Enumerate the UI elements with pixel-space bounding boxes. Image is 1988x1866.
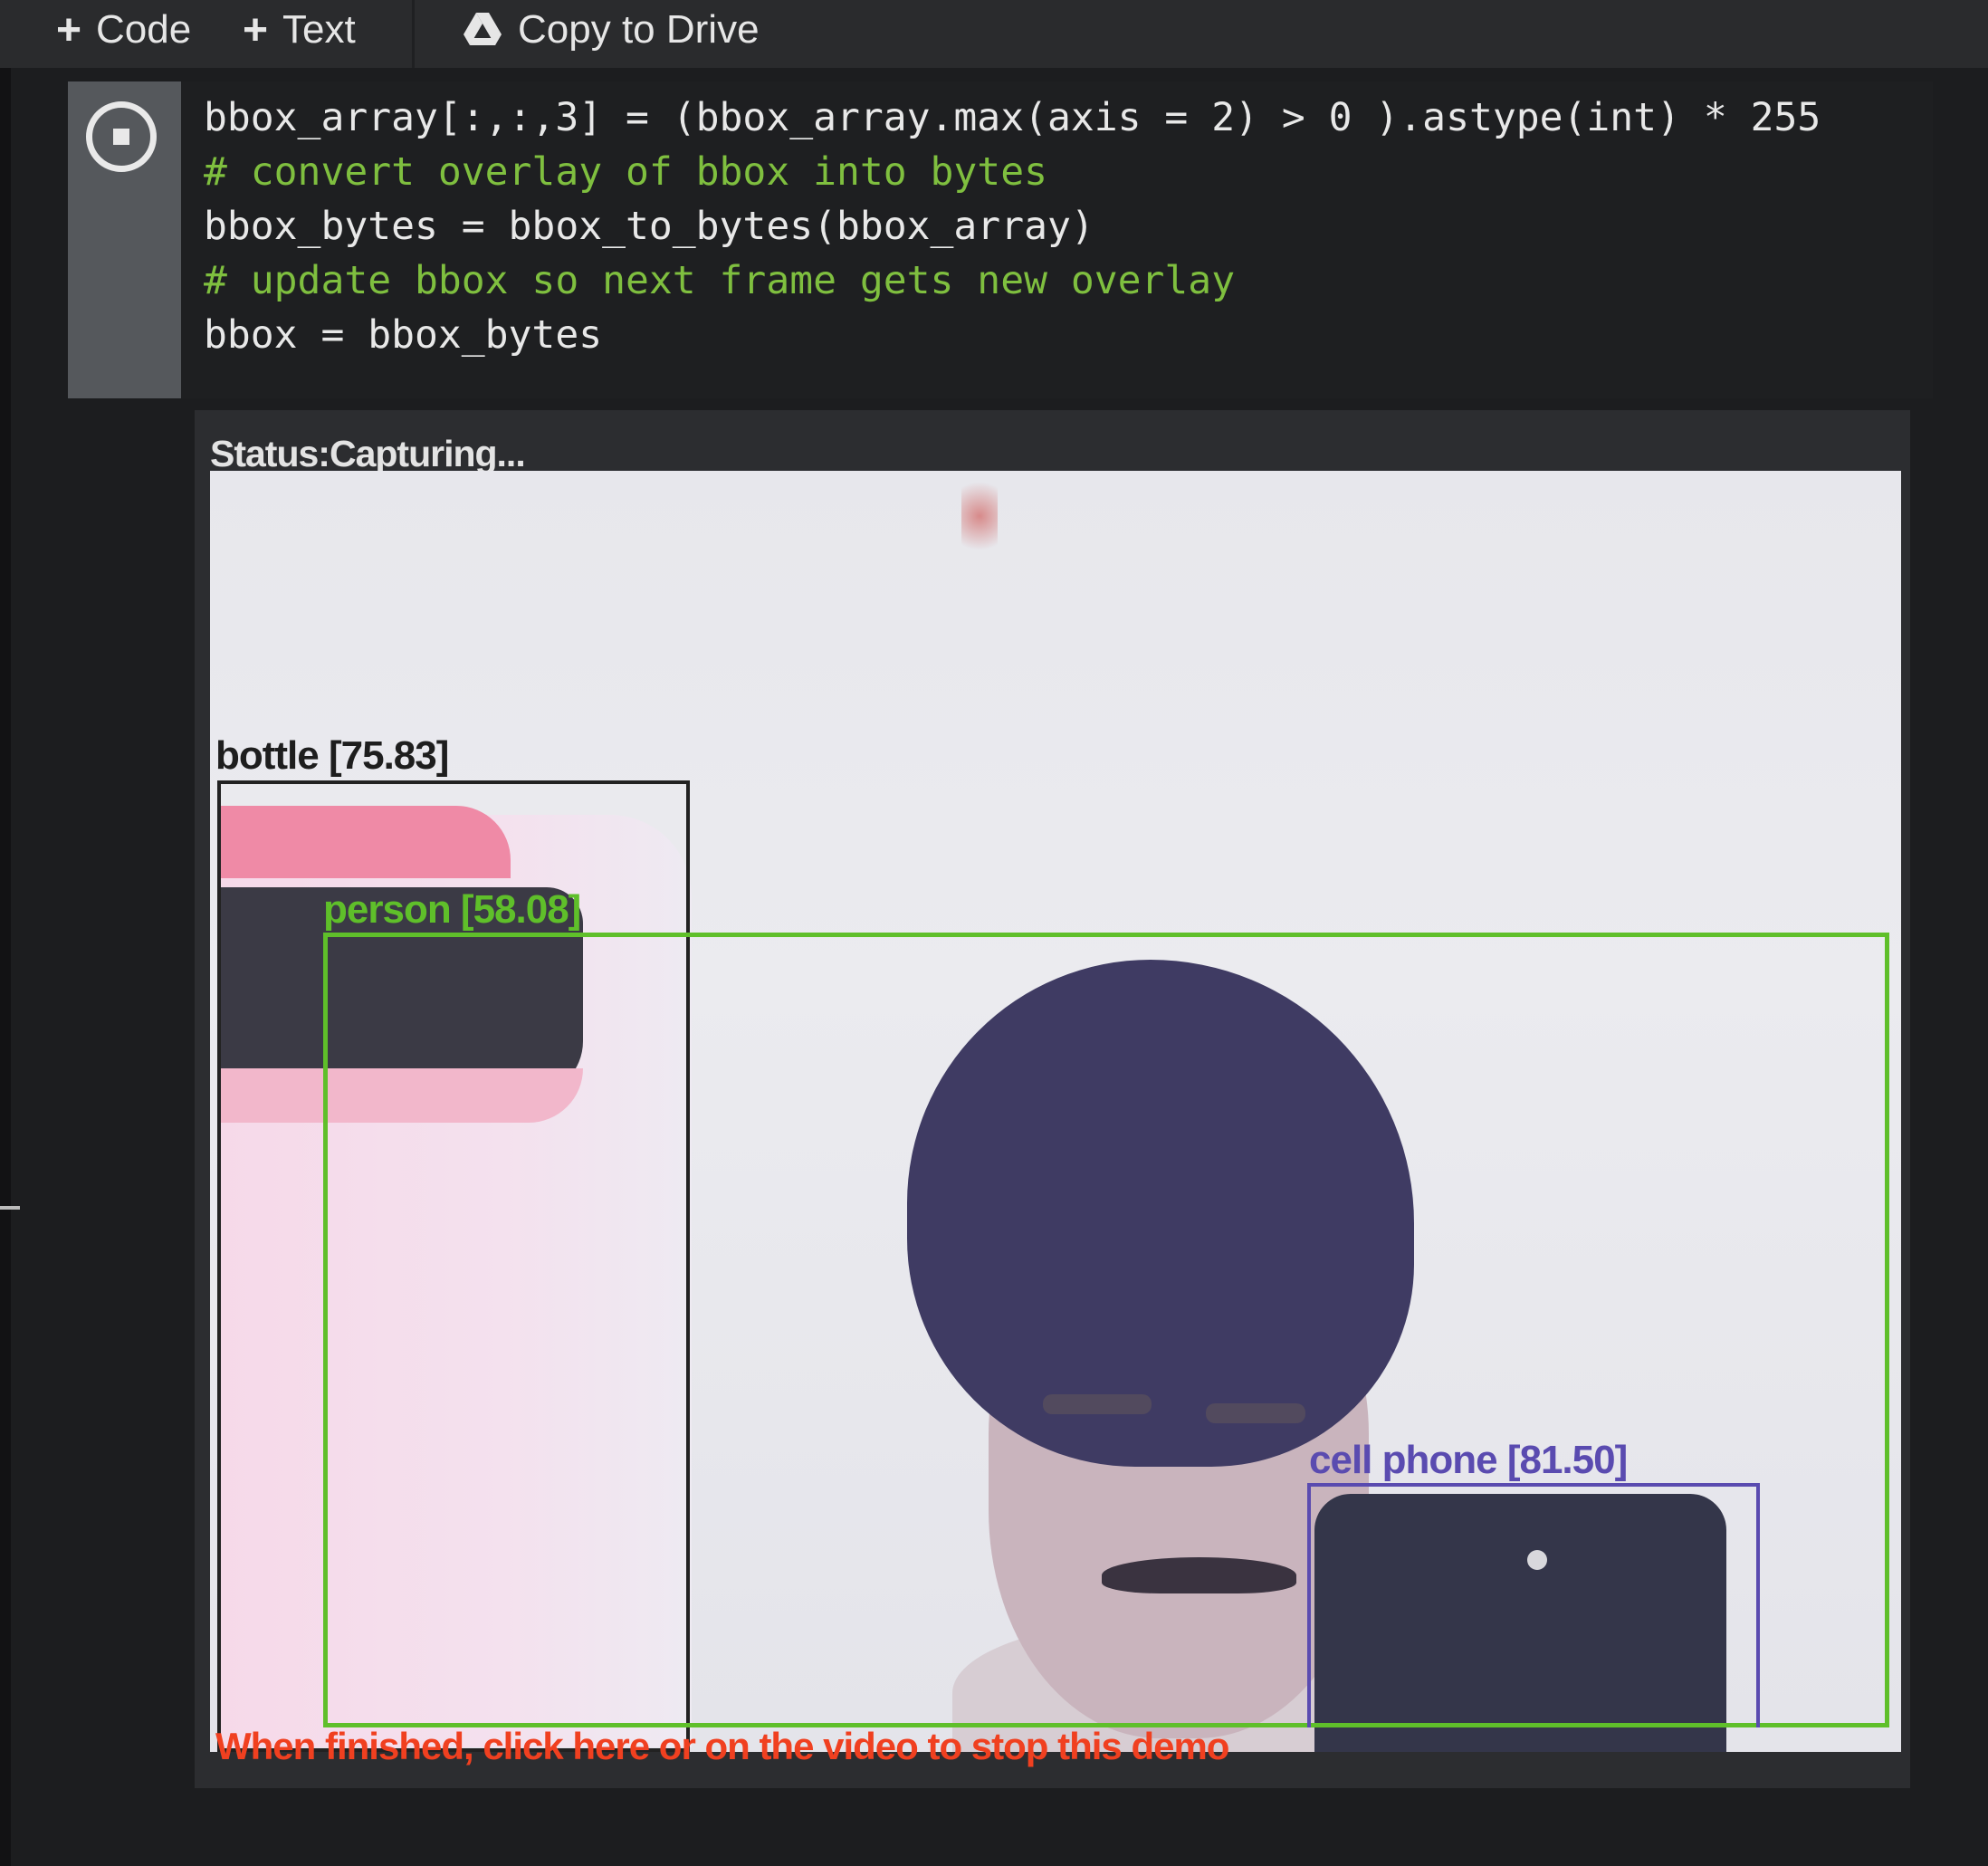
cell-gutter bbox=[68, 81, 181, 398]
resize-handle[interactable] bbox=[0, 1206, 20, 1210]
plus-icon: + bbox=[243, 5, 269, 54]
code-comment-line: # convert overlay of bbox into bytes bbox=[204, 149, 1047, 195]
plus-icon: + bbox=[56, 5, 82, 54]
toolbar-divider bbox=[412, 0, 415, 68]
add-code-label: Code bbox=[96, 7, 192, 52]
copy-to-drive-label: Copy to Drive bbox=[518, 7, 760, 52]
stop-icon bbox=[113, 129, 129, 145]
notebook-toolbar: + Code + Text Copy to Drive bbox=[0, 0, 1988, 68]
code-line: bbox_array[:,:,3] = (bbox_array.max(axis… bbox=[204, 95, 1821, 140]
google-drive-icon bbox=[464, 13, 502, 45]
code-line: bbox = bbox_bytes bbox=[204, 312, 603, 358]
code-comment-line: # update bbox so next frame gets new ove… bbox=[204, 258, 1236, 303]
background-light bbox=[961, 471, 998, 561]
add-text-label: Text bbox=[282, 7, 356, 52]
status-text: Status:Capturing... bbox=[210, 433, 526, 474]
webcam-video[interactable]: bottle [75.83] person [58.08] cell phone… bbox=[210, 471, 1901, 1752]
add-text-button[interactable]: + Text bbox=[243, 0, 356, 60]
window-edge bbox=[0, 0, 11, 1866]
bottle-detection-label: bottle [75.83] bbox=[215, 733, 449, 778]
stop-execution-button[interactable] bbox=[86, 101, 157, 172]
code-line: bbox_bytes = bbox_to_bytes(bbox_array) bbox=[204, 204, 1094, 249]
add-code-button[interactable]: + Code bbox=[56, 0, 191, 60]
cell-phone-detection-label: cell phone [81.50] bbox=[1309, 1438, 1628, 1482]
code-editor[interactable]: bbox_array[:,:,3] = (bbox_array.max(axis… bbox=[204, 91, 1821, 362]
stop-demo-link[interactable]: When finished, click here or on the vide… bbox=[215, 1725, 1229, 1768]
cell-phone-bounding-box bbox=[1307, 1483, 1760, 1727]
person-detection-label: person [58.08] bbox=[323, 887, 581, 932]
copy-to-drive-button[interactable]: Copy to Drive bbox=[464, 0, 760, 60]
